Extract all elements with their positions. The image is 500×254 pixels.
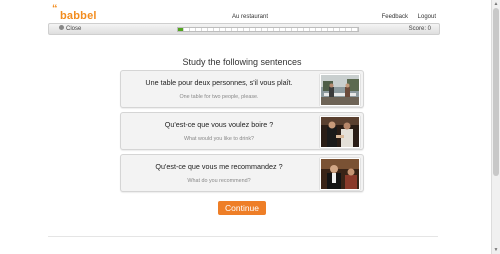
- close-label: Close: [66, 26, 82, 33]
- scroll-up-icon[interactable]: ▲: [493, 1, 499, 7]
- top-links: Feedback Logout: [374, 14, 436, 20]
- french-sentence: Qu'est-ce que vous me recommandez ?: [155, 162, 283, 171]
- english-translation: What would you like to drink?: [183, 136, 255, 142]
- sentence-card-3[interactable]: Qu'est-ce que vous me recommandez ? What…: [120, 154, 364, 192]
- sentence-card-2[interactable]: Qu'est-ce que vous voulez boire ? What w…: [120, 112, 364, 150]
- english-translation: What do you recommend?: [187, 178, 251, 184]
- french-sentence: Une table pour deux personnes, s'il vous…: [145, 78, 293, 87]
- french-sentence: Qu'est-ce que vous voulez boire ?: [164, 120, 274, 129]
- restaurant-terrace-photo: [320, 74, 360, 106]
- waiter-recommending-photo: [320, 158, 360, 190]
- scrollbar-thumb[interactable]: [493, 8, 499, 176]
- logout-link[interactable]: Logout: [418, 14, 436, 20]
- logo-text: babbel: [60, 10, 97, 22]
- babbel-logo[interactable]: “ babbel: [52, 4, 104, 23]
- close-icon: [59, 25, 64, 30]
- footer-divider: [48, 236, 438, 237]
- english-translation: One table for two people, please.: [179, 94, 259, 100]
- progress-track: [177, 27, 359, 32]
- score-label: Score: 0: [408, 26, 431, 32]
- scroll-down-icon[interactable]: ▼: [493, 247, 499, 253]
- instructions-heading: Study the following sentences: [182, 57, 302, 67]
- progress-ticks: [178, 28, 358, 31]
- lesson-toolbar: Close Score: 0: [48, 23, 440, 35]
- lesson-title: Au restaurant: [231, 14, 269, 20]
- waiter-serving-photo: [320, 116, 360, 148]
- sentence-card-1[interactable]: Une table pour deux personnes, s'il vous…: [120, 70, 364, 108]
- close-button[interactable]: Close: [59, 25, 82, 33]
- continue-button[interactable]: Continue: [218, 201, 266, 215]
- feedback-link[interactable]: Feedback: [382, 14, 408, 20]
- vertical-scrollbar[interactable]: ▲ ▼: [491, 0, 500, 254]
